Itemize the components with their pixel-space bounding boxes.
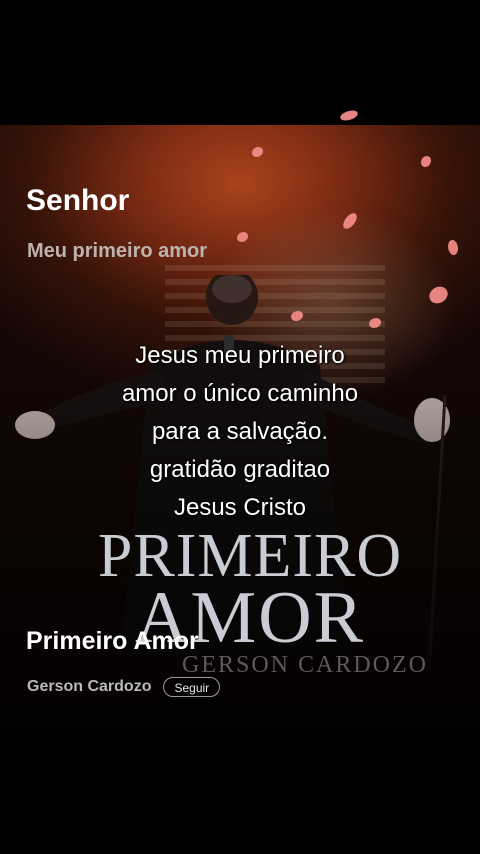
album-art-line-3: GERSON CARDOZO bbox=[181, 652, 428, 678]
follow-button[interactable]: Seguir bbox=[163, 677, 221, 697]
song-subtitle: Meu primeiro amor bbox=[27, 240, 208, 262]
caption-line: amor o único caminho bbox=[121, 380, 359, 407]
overlay-caption: Jesus meu primeiro amor o único caminho … bbox=[80, 337, 400, 527]
caption-line: Jesus meu primeiro bbox=[135, 342, 345, 369]
caption-line: gratidão graditao bbox=[149, 456, 331, 483]
artist-name[interactable]: Gerson Cardozo bbox=[27, 678, 151, 696]
petal-decoration bbox=[339, 109, 359, 122]
song-title: Senhor bbox=[26, 184, 130, 217]
artist-row: Gerson Cardozo Seguir bbox=[27, 676, 221, 698]
track-name[interactable]: Primeiro Amor bbox=[26, 627, 199, 656]
screen: Senhor Meu primeiro amor Jesus meu prime… bbox=[0, 0, 480, 854]
caption-line: para a salvação. bbox=[151, 418, 329, 445]
